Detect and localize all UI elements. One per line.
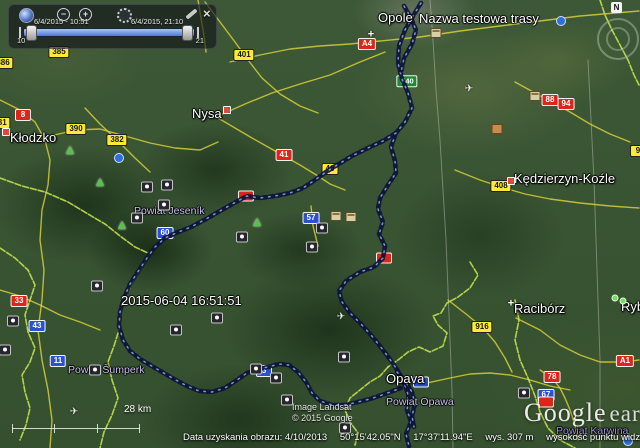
photo-camera-marker[interactable]: [89, 365, 101, 376]
photo-camera-marker[interactable]: [211, 313, 223, 324]
city-label-nysa: Nysa: [192, 106, 222, 121]
eye-altitude: wysokość punktu widzenia 122.41 km: [546, 432, 640, 443]
elevation: wys. 307 m: [485, 432, 533, 443]
info-marker[interactable]: [556, 16, 566, 26]
airport-icon[interactable]: ✈: [465, 84, 473, 95]
scale-label: 28 km: [124, 404, 151, 415]
peak-tree-marker: [66, 146, 74, 154]
slider-end-handle[interactable]: [182, 25, 193, 41]
photo-camera-marker[interactable]: [0, 345, 11, 356]
photo-camera-marker[interactable]: [518, 388, 530, 399]
slider-start-handle[interactable]: [26, 25, 37, 41]
attribution-line2: © 2015 Google: [292, 413, 353, 424]
imagery-date: Data uzyskania obrazu: 4/10/2013: [183, 432, 327, 443]
longitude: 17°37'11.94"E: [413, 432, 473, 443]
photo-camera-marker[interactable]: [141, 182, 153, 193]
time-slider-track[interactable]: [23, 28, 195, 37]
scale-bar: [12, 424, 140, 434]
compass-inner-ring[interactable]: [606, 27, 630, 51]
city-label-racibórz: Racibórz: [514, 301, 565, 316]
time-range-end: 6/4/2015, 21:10: [131, 17, 183, 26]
airport-icon[interactable]: ✈: [70, 407, 78, 418]
photo-camera-marker[interactable]: [161, 180, 173, 191]
photo-camera-marker[interactable]: [270, 373, 282, 384]
photo-camera-marker[interactable]: [170, 325, 182, 336]
compass-navigation-widget[interactable]: N: [594, 2, 640, 64]
city-dot-marker: [507, 177, 515, 185]
district-label: Powiat Šumperk: [68, 364, 144, 376]
lodging-marker[interactable]: [492, 124, 503, 134]
city-label-kłodzko: Kłodzko: [10, 130, 56, 145]
poi-green-marker[interactable]: [620, 298, 627, 305]
photo-camera-marker[interactable]: [131, 213, 143, 224]
museum-marker[interactable]: [346, 212, 357, 222]
logo-google: Google: [524, 398, 607, 427]
city-label-kędzierzyn-koźle: Kędzierzyn-Koźle: [514, 171, 615, 186]
poi-green-marker[interactable]: [612, 295, 619, 302]
compass-north-badge[interactable]: N: [611, 2, 622, 13]
photo-camera-marker[interactable]: [91, 281, 103, 292]
peak-tree-marker: [253, 218, 261, 226]
airfield-plus-icon: +: [508, 299, 514, 310]
photo-camera-marker[interactable]: [250, 364, 262, 375]
photo-camera-marker[interactable]: [236, 232, 248, 243]
settings-wrench-icon[interactable]: [185, 8, 198, 19]
city-label-opava: Opava: [386, 371, 424, 386]
photo-camera-marker[interactable]: [158, 200, 170, 211]
play-animation-icon[interactable]: [117, 8, 132, 23]
time-range-start: 6/4/2015 - 10:51: [34, 17, 89, 26]
photo-camera-marker[interactable]: [306, 242, 318, 253]
city-dot-marker: [2, 128, 10, 136]
peak-tree-marker: [118, 221, 126, 229]
city-label-opole: Opole: [378, 10, 413, 25]
museum-marker[interactable]: [331, 211, 342, 221]
photo-camera-marker[interactable]: [316, 223, 328, 234]
imagery-attribution: Image Landsat © 2015 Google: [292, 402, 353, 424]
peak-tree-marker: [96, 178, 104, 186]
clock-icon[interactable]: [19, 8, 34, 23]
airport-icon[interactable]: ✈: [337, 312, 345, 323]
museum-marker[interactable]: [530, 91, 541, 101]
info-marker[interactable]: [114, 153, 124, 163]
map-viewport[interactable]: Nazwa testowa trasy 2015-06-04 16:51:51 …: [0, 0, 640, 448]
logo-earth: earth: [610, 401, 640, 426]
slider-axis-min: 10: [17, 36, 25, 45]
city-dot-marker: [223, 106, 231, 114]
district-label: Powiat Opawa: [386, 396, 454, 408]
google-earth-logo: Googleearth: [524, 398, 640, 428]
museum-marker[interactable]: [431, 28, 442, 38]
photo-camera-marker[interactable]: [7, 316, 19, 327]
photo-camera-marker[interactable]: [338, 352, 350, 363]
slider-axis-max: 21: [196, 36, 204, 45]
close-icon[interactable]: ×: [203, 6, 211, 21]
route-name-label: Nazwa testowa trasy: [419, 11, 539, 26]
airfield-plus-icon: +: [368, 30, 374, 41]
attribution-line1: Image Landsat: [292, 402, 353, 413]
time-slider-panel: − + × 6/4/2015 - 10:51 6/4/2015, 21:10 1…: [8, 4, 217, 49]
status-bar: Data uzyskania obrazu: 4/10/2013 50°15'4…: [183, 432, 640, 443]
track-point-timestamp: 2015-06-04 16:51:51: [121, 293, 242, 308]
latitude: 50°15'42.05"N: [340, 432, 401, 443]
